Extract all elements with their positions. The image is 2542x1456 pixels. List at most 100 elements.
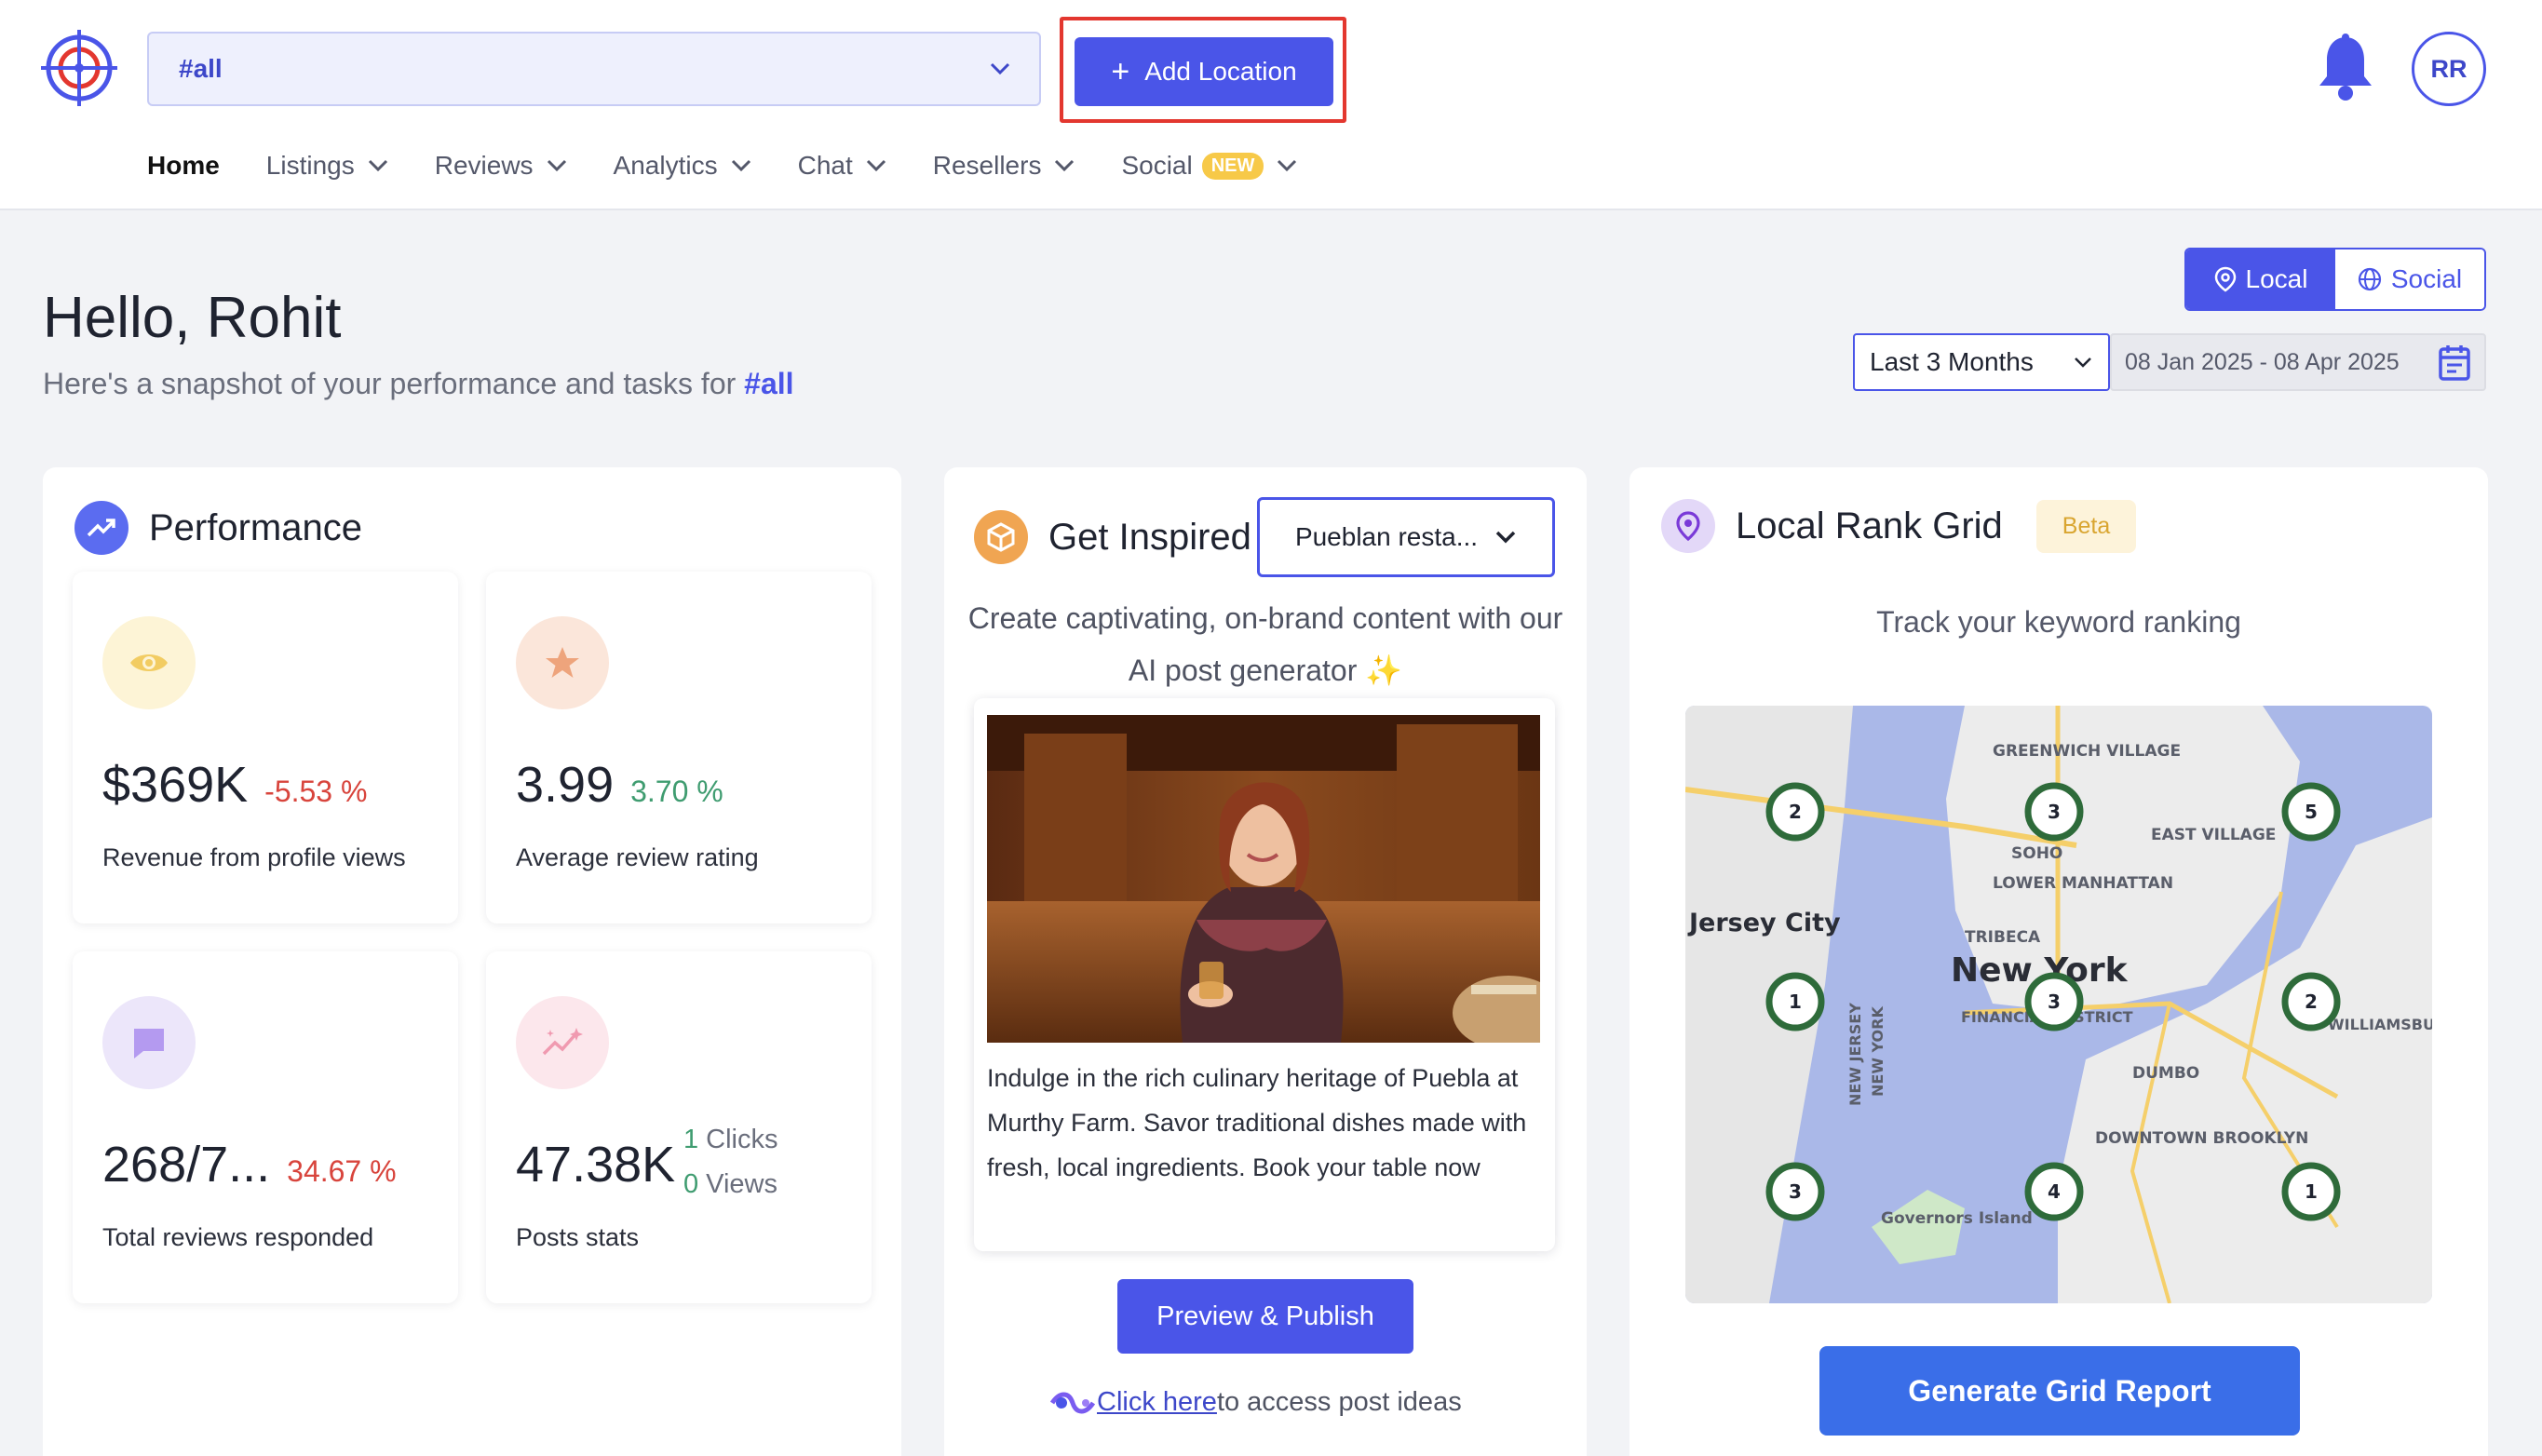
rank-pin-value: 1	[2305, 1180, 2318, 1203]
stat-value: $369K	[102, 757, 249, 813]
sparkles-icon: ✨	[1365, 654, 1403, 687]
map-pin-icon	[2214, 266, 2236, 292]
stat-caption: Revenue from profile views	[102, 843, 406, 871]
rank-pin[interactable]: 4	[2024, 1162, 2084, 1221]
sparkle-chart-icon	[516, 996, 609, 1089]
top-bar: #all + Add Location RR Home Listings Rev…	[0, 0, 2542, 210]
map-label-tribeca: TRIBECA	[1965, 928, 2041, 947]
post-ideas-link[interactable]: Click here	[1097, 1387, 1217, 1418]
chevron-down-icon	[731, 159, 750, 172]
date-range-select[interactable]: Last 3 Months	[1853, 333, 2110, 391]
toggle-social-label: Social	[2390, 264, 2463, 293]
post-ideas-line: Click here to access post ideas	[1048, 1387, 1462, 1418]
stat-caption: Average review rating	[516, 843, 759, 871]
globe-icon	[2358, 267, 2381, 291]
add-location-highlight: + Add Location	[1060, 17, 1346, 123]
nav-analytics[interactable]: Analytics	[614, 151, 751, 181]
cube-icon	[974, 510, 1028, 564]
nav-resellers-label: Resellers	[932, 151, 1042, 180]
map-label-east-village: EAST VILLAGE	[2151, 826, 2276, 844]
nav-reviews[interactable]: Reviews	[435, 151, 567, 181]
rank-pin[interactable]: 1	[2281, 1162, 2341, 1221]
date-range-display[interactable]: 08 Jan 2025 - 08 Apr 2025	[2110, 333, 2486, 391]
chevron-down-icon	[368, 159, 387, 172]
rank-pin[interactable]: 2	[1765, 782, 1825, 842]
preview-publish-button[interactable]: Preview & Publish	[1117, 1279, 1413, 1354]
stat-card-revenue[interactable]: $369K -5.53 % Revenue from profile views	[73, 572, 458, 923]
stat-card-posts[interactable]: 47.38K 1 Clicks 0 Views Posts stats	[486, 951, 872, 1303]
stat-value: 3.99	[516, 757, 615, 813]
nav-resellers[interactable]: Resellers	[933, 151, 1075, 181]
new-badge: NEW	[1201, 152, 1264, 180]
rank-pin[interactable]: 3	[2024, 782, 2084, 842]
greeting-subtitle: Here's a snapshot of your performance an…	[43, 367, 794, 401]
calendar-icon[interactable]	[2438, 344, 2471, 381]
stat-value-row: 3.99 3.70 %	[516, 756, 723, 814]
post-ideas-text: to access post ideas	[1216, 1387, 1462, 1417]
stat-card-reviews[interactable]: 268/7... 34.67 % Total reviews responded	[73, 951, 458, 1303]
rank-map[interactable]: GREENWICH VILLAGE SOHO EAST VILLAGE LOWE…	[1685, 706, 2432, 1303]
posts-views-label: Views	[706, 1169, 777, 1199]
chevron-down-icon	[2075, 357, 2091, 368]
generate-grid-report-button[interactable]: Generate Grid Report	[1819, 1346, 2300, 1436]
post-preview-card: Indulge in the rich culinary heritage of…	[974, 698, 1555, 1251]
stat-value-row: 268/7... 34.67 %	[102, 1136, 397, 1193]
business-category-select[interactable]: Pueblan resta...	[1257, 497, 1555, 577]
stat-change: 3.70 %	[630, 775, 723, 808]
bell-icon[interactable]	[2316, 34, 2375, 102]
business-category-value: Pueblan resta...	[1294, 522, 1479, 551]
stat-card-rating[interactable]: 3.99 3.70 % Average review rating	[486, 572, 872, 923]
toggle-local-label: Local	[2245, 264, 2308, 293]
post-caption: Indulge in the rich culinary heritage of…	[987, 1064, 1527, 1181]
rank-pin-value: 1	[1789, 991, 1802, 1013]
ai-wave-icon	[1049, 1392, 1096, 1413]
map-label-lower-manhattan: LOWER MANHATTAN	[1993, 874, 2173, 893]
date-range-dates: 08 Jan 2025 - 08 Apr 2025	[2125, 348, 2400, 375]
stat-value: 47.38K	[516, 1137, 676, 1193]
chevron-down-icon	[990, 62, 1010, 75]
toggle-local[interactable]: Local	[2186, 249, 2335, 309]
nav-home[interactable]: Home	[147, 151, 220, 181]
toggle-social[interactable]: Social	[2335, 249, 2484, 309]
avatar[interactable]: RR	[2412, 32, 2486, 106]
greeting-subtitle-text: Here's a snapshot of your performance an…	[43, 367, 737, 400]
map-pin-icon	[1661, 499, 1715, 553]
greeting-subtitle-tag[interactable]: #all	[744, 367, 793, 400]
chevron-down-icon	[1495, 531, 1516, 544]
nav-social[interactable]: Social NEW	[1121, 151, 1297, 181]
nav-chat[interactable]: Chat	[798, 151, 886, 181]
location-select[interactable]: #all	[147, 32, 1041, 106]
rank-pin[interactable]: 3	[2024, 972, 2084, 1031]
map-label-jersey-city: Jersey City	[1687, 909, 1841, 937]
posts-breakdown: 1 Clicks 0 Views	[683, 1117, 777, 1207]
beta-badge: Beta	[2035, 499, 2137, 553]
nav-listings[interactable]: Listings	[266, 151, 388, 181]
map-label-nj-line: NEW JERSEY	[1846, 1003, 1864, 1106]
stat-change: -5.53 %	[264, 775, 368, 808]
rank-pin-value: 3	[1789, 1180, 1802, 1203]
rank-pin-value: 2	[1789, 801, 1802, 823]
map-label-williamsburg: WILLIAMSBURG	[2328, 1016, 2432, 1033]
rank-grid-header: Local Rank Grid Beta	[1661, 499, 2137, 553]
get-inspired-card: Get Inspired Pueblan resta... Create cap…	[944, 467, 1587, 1456]
chevron-down-icon	[547, 159, 566, 172]
rank-pin[interactable]: 3	[1765, 1162, 1825, 1221]
add-location-button[interactable]: + Add Location	[1075, 37, 1333, 106]
stat-value-row: 47.38K	[516, 1136, 675, 1193]
post-image	[987, 715, 1540, 1043]
nav-social-label: Social	[1121, 151, 1193, 180]
map-label-dumbo: DUMBO	[2132, 1064, 2199, 1083]
chat-icon	[102, 996, 196, 1089]
ai-generator-description: Create captivating, on-brand content wit…	[963, 592, 1568, 696]
main-nav: Home Listings Reviews Analytics Chat Res…	[147, 145, 1344, 186]
logo-icon[interactable]	[41, 30, 117, 106]
rank-pin[interactable]: 5	[2281, 782, 2341, 842]
rank-pin[interactable]: 1	[1765, 972, 1825, 1031]
map-label-downtown-brooklyn: DOWNTOWN BROOKLYN	[2095, 1129, 2308, 1148]
trend-up-icon	[74, 501, 128, 555]
stat-value: 268/7...	[102, 1137, 271, 1193]
nav-analytics-label: Analytics	[613, 151, 718, 180]
rank-pin[interactable]: 2	[2281, 972, 2341, 1031]
date-range-label: Last 3 Months	[1870, 347, 2034, 376]
rank-grid-subtitle: Track your keyword ranking	[1876, 605, 2241, 639]
